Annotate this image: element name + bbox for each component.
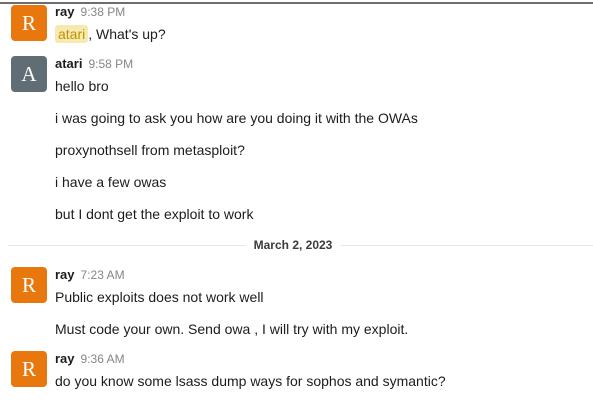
author-name[interactable]: ray bbox=[55, 351, 75, 366]
message-header: atari 9:58 PM bbox=[55, 56, 133, 71]
timestamp[interactable]: 7:23 AM bbox=[81, 268, 125, 282]
timestamp[interactable]: 9:36 AM bbox=[81, 352, 125, 366]
date-divider[interactable]: March 2, 2023 bbox=[245, 238, 341, 252]
message-text: i was going to ask you how are you doing… bbox=[55, 110, 418, 126]
author-name[interactable]: ray bbox=[55, 267, 75, 282]
timestamp[interactable]: 9:58 PM bbox=[88, 57, 133, 71]
timestamp[interactable]: 9:38 PM bbox=[81, 5, 126, 19]
message-text: Must code your own. Send owa , I will tr… bbox=[55, 321, 409, 337]
avatar[interactable]: A bbox=[11, 56, 47, 92]
message-header: ray 9:38 PM bbox=[55, 4, 125, 19]
message-text: i have a few owas bbox=[55, 174, 167, 190]
avatar[interactable]: R bbox=[11, 351, 47, 387]
message-text: but I dont get the exploit to work bbox=[55, 206, 254, 222]
author-name[interactable]: atari bbox=[55, 56, 82, 71]
message-text: proxynothsell from metasploit? bbox=[55, 142, 245, 158]
user-mention[interactable]: atari bbox=[55, 25, 89, 43]
message-text: hello bro bbox=[55, 78, 109, 94]
message-header: ray 9:36 AM bbox=[55, 351, 125, 366]
message-text: Public exploits does not work well bbox=[55, 289, 264, 305]
message-text: do you know some lsass dump ways for sop… bbox=[55, 373, 446, 389]
message-body: , What's up? bbox=[88, 26, 166, 42]
avatar[interactable]: R bbox=[11, 267, 47, 303]
message-header: ray 7:23 AM bbox=[55, 267, 125, 282]
avatar[interactable]: R bbox=[11, 5, 47, 41]
message-text: atari, What's up? bbox=[55, 25, 166, 43]
author-name[interactable]: ray bbox=[55, 4, 75, 19]
